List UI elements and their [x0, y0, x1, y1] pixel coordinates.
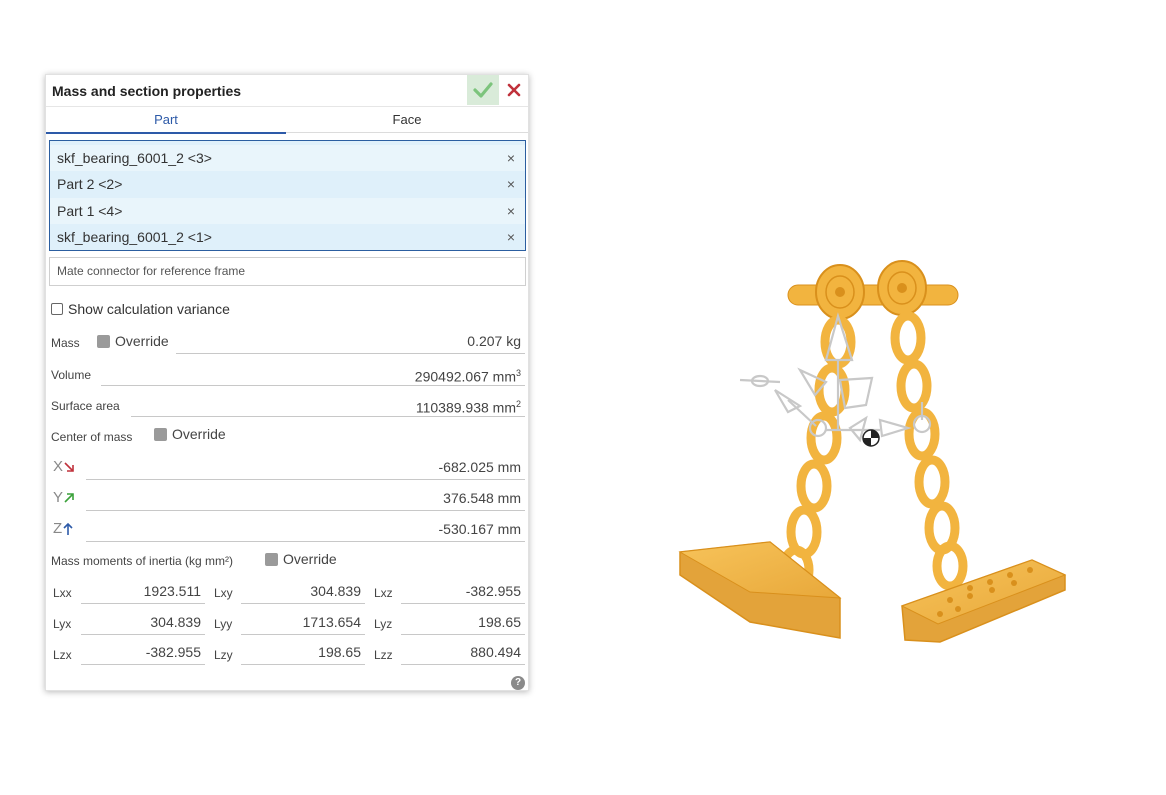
inertia-label: Mass moments of inertia (kg mm²)	[51, 554, 234, 568]
override-label: Override	[283, 551, 337, 567]
inertia-key: Lzx	[53, 648, 72, 662]
close-icon	[507, 83, 521, 97]
mass-override-checkbox[interactable]: Override	[97, 333, 169, 349]
mass-value: 0.207 kg	[176, 330, 525, 354]
mate-connector-field[interactable]: Mate connector for reference frame	[49, 257, 526, 286]
arrow-up-right-icon	[64, 492, 74, 503]
mass-properties-dialog: Mass and section properties Part Face sk…	[45, 74, 529, 691]
z-axis-label: Z	[53, 520, 63, 537]
tab-bar: Part Face	[46, 106, 528, 134]
list-item[interactable]: Part 2 <2> ×	[50, 171, 525, 197]
inertia-value: 1923.511	[81, 580, 205, 604]
inertia-value: 304.839	[81, 611, 205, 635]
list-item[interactable]: skf_bearing_6001_2 <1> ×	[50, 224, 525, 250]
surface-area-label: Surface area	[51, 399, 120, 413]
inertia-key: Lxy	[214, 586, 233, 600]
inertia-key: Lxx	[53, 586, 72, 600]
inertia-value: 304.839	[241, 580, 365, 604]
checkbox[interactable]	[154, 427, 167, 441]
inertia-value: -382.955	[401, 580, 525, 604]
cancel-button[interactable]	[502, 77, 526, 103]
x-axis-label: X	[53, 458, 64, 475]
volume-unit-exponent: 3	[515, 368, 521, 378]
shaft-part[interactable]	[787, 284, 959, 306]
right-chain-part[interactable]	[890, 311, 968, 591]
inertia-value: 1713.654	[241, 611, 365, 635]
override-label: Override	[172, 426, 226, 442]
inertia-key: Lzy	[214, 648, 233, 662]
part-label: skf_bearing_6001_2 <3>	[57, 150, 212, 166]
inertia-override-checkbox[interactable]: Override	[265, 551, 337, 567]
inertia-key: Lxz	[374, 586, 393, 600]
remove-icon[interactable]: ×	[507, 171, 515, 197]
inertia-value: -382.955	[81, 641, 205, 665]
volume-value: 290492.067 mm	[414, 368, 516, 385]
center-of-mass-marker	[862, 429, 880, 447]
assembly-model[interactable]	[640, 230, 1100, 670]
com-y-value: 376.548 mm	[86, 487, 525, 511]
right-block-part[interactable]	[900, 559, 1067, 643]
tab-face[interactable]: Face	[287, 107, 527, 134]
dialog-title: Mass and section properties	[52, 83, 242, 99]
show-variance-label: Show calculation variance	[68, 301, 230, 317]
bearing-part[interactable]	[815, 264, 865, 320]
center-of-mass-override-checkbox[interactable]: Override	[154, 426, 226, 442]
inertia-value: 880.494	[401, 641, 525, 665]
accept-button[interactable]	[467, 75, 499, 105]
volume-label: Volume	[51, 368, 92, 382]
selected-parts-list[interactable]: skf_bearing_6001_2 <3> × Part 2 <2> × Pa…	[49, 140, 526, 251]
part-label: Part 2 <2>	[57, 176, 123, 192]
surface-area-value: 110389.938 mm	[415, 399, 516, 416]
volume-field: 290492.067 mm3	[101, 362, 525, 386]
list-item[interactable]: Part 1 <4> ×	[50, 198, 525, 224]
remove-icon[interactable]: ×	[507, 145, 515, 171]
remove-icon[interactable]: ×	[507, 224, 515, 250]
x-axis-indicator: X	[53, 458, 75, 475]
z-axis-indicator: Z	[53, 520, 74, 537]
tab-part[interactable]: Part	[46, 107, 286, 134]
y-axis-indicator: Y	[53, 489, 75, 506]
inertia-key: Lyz	[374, 617, 393, 631]
inertia-key: Lyy	[214, 617, 233, 631]
inertia-key: Lyx	[53, 617, 72, 631]
com-x-value: -682.025 mm	[86, 456, 525, 480]
center-of-mass-label: Center of mass	[51, 430, 133, 444]
show-variance-checkbox[interactable]: Show calculation variance	[51, 301, 230, 317]
remove-icon[interactable]: ×	[507, 198, 515, 224]
dialog-header: Mass and section properties	[46, 75, 528, 106]
inertia-value: 198.65	[241, 641, 365, 665]
help-icon[interactable]: ?	[511, 676, 525, 690]
part-label: Part 1 <4>	[57, 203, 123, 219]
checkmark-icon	[473, 82, 493, 98]
inertia-value: 198.65	[401, 611, 525, 635]
arrow-down-right-icon	[64, 461, 74, 472]
surface-area-field: 110389.938 mm2	[131, 393, 525, 417]
surface-area-unit-exponent: 2	[515, 399, 521, 409]
left-block-part[interactable]	[678, 541, 842, 639]
list-item[interactable]: skf_bearing_6001_2 <3> ×	[50, 145, 525, 171]
arrow-up-icon	[63, 522, 73, 535]
checkbox[interactable]	[97, 334, 110, 348]
checkbox[interactable]	[265, 552, 278, 566]
3d-viewport[interactable]	[640, 230, 1100, 670]
mass-label: Mass	[51, 336, 80, 350]
part-label: skf_bearing_6001_2 <1>	[57, 229, 212, 245]
com-z-value: -530.167 mm	[86, 518, 525, 542]
y-axis-label: Y	[53, 489, 64, 506]
bearing-part[interactable]	[877, 260, 927, 316]
checkbox[interactable]	[51, 303, 63, 315]
inertia-key: Lzz	[374, 648, 393, 662]
override-label: Override	[115, 333, 169, 349]
